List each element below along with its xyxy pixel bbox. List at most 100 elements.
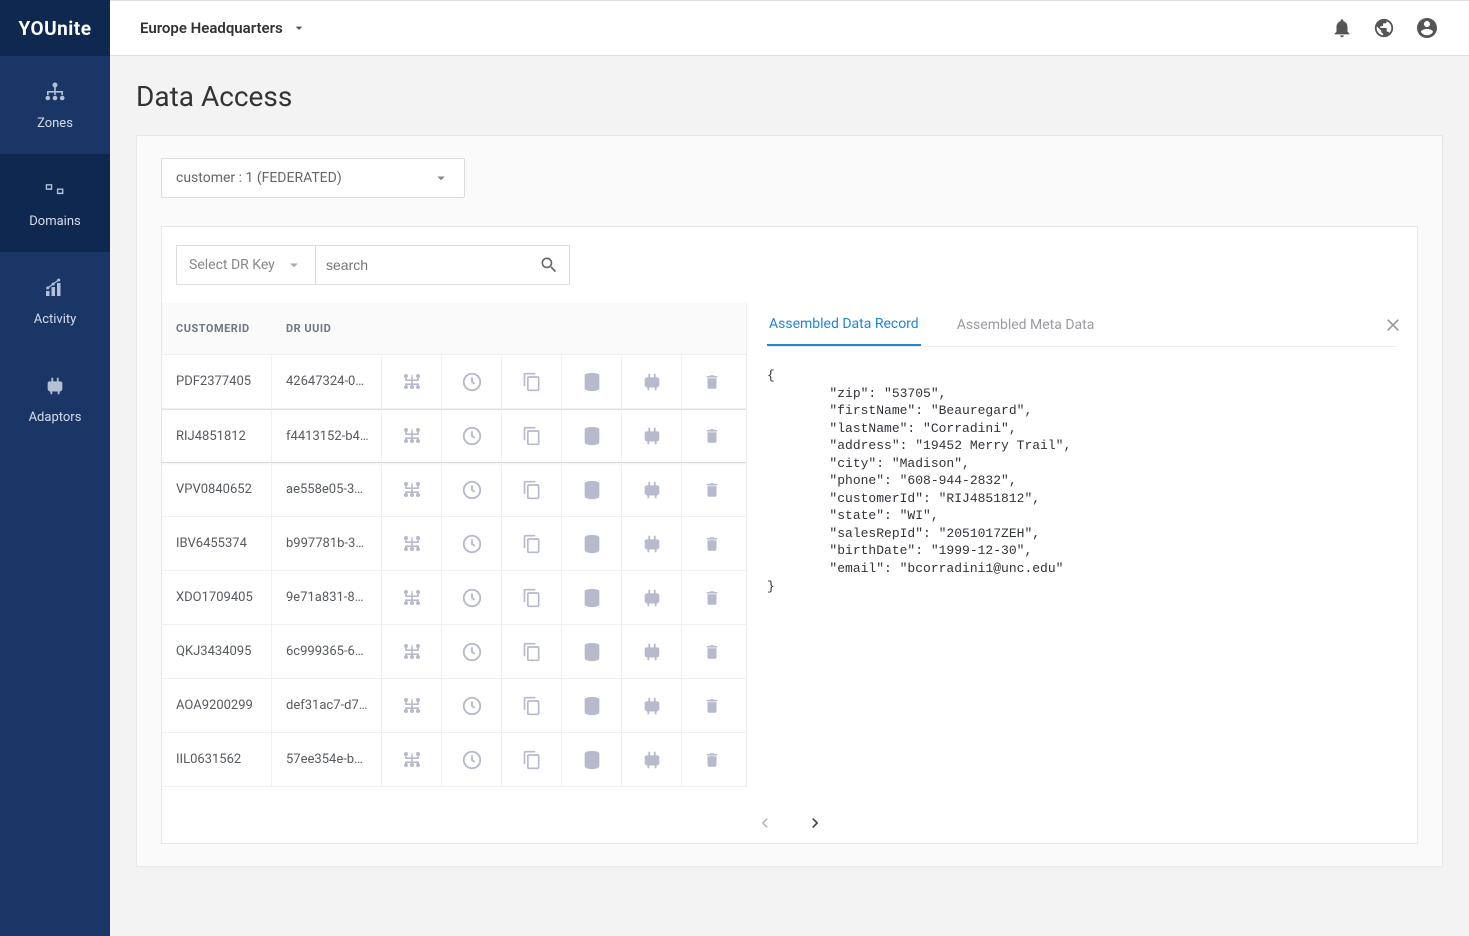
tree-action[interactable] (382, 517, 442, 570)
adaptor-action[interactable] (622, 625, 682, 678)
sidebar-item-domains[interactable]: ......Domains (0, 154, 110, 252)
detail-tabs: Assembled Data Record Assembled Meta Dat… (767, 303, 1397, 347)
nav-label: Adaptors (29, 410, 82, 425)
delete-action[interactable] (682, 733, 742, 786)
cell-customerid: XDO1709405 (162, 571, 272, 624)
account-icon[interactable] (1415, 16, 1439, 40)
topbar-icons (1331, 16, 1439, 40)
close-icon[interactable] (1383, 315, 1403, 335)
storage-action[interactable] (562, 571, 622, 624)
adaptor-action[interactable] (622, 355, 682, 408)
copy-action[interactable] (502, 679, 562, 732)
storage-action[interactable] (562, 733, 622, 786)
nav-icon (43, 80, 67, 104)
sidebar: YOUnite Zones......Domains Activity Adapto… (0, 0, 110, 936)
domain-select-value: customer : 1 (FEDERATED) (176, 170, 342, 186)
storage-action[interactable] (562, 517, 622, 570)
storage-action[interactable] (562, 625, 622, 678)
history-action[interactable] (442, 733, 502, 786)
copy-action[interactable] (502, 463, 562, 516)
history-action[interactable] (442, 679, 502, 732)
copy-action[interactable] (502, 410, 562, 462)
history-action[interactable] (442, 463, 502, 516)
logo-text: YOUnite (19, 17, 92, 40)
tab-assembled-meta[interactable]: Assembled Meta Data (955, 305, 1097, 345)
delete-action[interactable] (682, 517, 742, 570)
sidebar-item-zones[interactable]: Zones (0, 56, 110, 154)
storage-action[interactable] (562, 355, 622, 408)
table-row[interactable]: AOA9200299def31ac7-d7… (162, 679, 746, 733)
tab-assembled-record[interactable]: Assembled Data Record (767, 304, 921, 346)
zone-selector[interactable]: Europe Headquarters (140, 19, 307, 37)
cell-druuid: f4413152-b4… (272, 410, 382, 462)
search-wrap (316, 245, 570, 285)
table-row[interactable]: QKJ34340956c999365-6… (162, 625, 746, 679)
search-icon[interactable] (539, 255, 559, 275)
domain-select[interactable]: customer : 1 (FEDERATED) (161, 158, 465, 198)
copy-action[interactable] (502, 733, 562, 786)
table-row[interactable]: IIL063156257ee354e-b… (162, 733, 746, 787)
storage-action[interactable] (562, 463, 622, 516)
cell-customerid: IBV6455374 (162, 517, 272, 570)
copy-action[interactable] (502, 571, 562, 624)
record-json: { "zip": "53705", "firstName": "Beaurega… (767, 367, 1397, 595)
history-action[interactable] (442, 355, 502, 408)
cell-customerid: RIJ4851812 (162, 410, 272, 462)
table-row[interactable]: PDF237740542647324-0… (162, 355, 746, 409)
adaptor-action[interactable] (622, 410, 682, 462)
search-row: Select DR Key (162, 245, 1417, 285)
tree-action[interactable] (382, 355, 442, 408)
globe-icon[interactable] (1373, 17, 1395, 39)
tree-action[interactable] (382, 733, 442, 786)
tree-action[interactable] (382, 679, 442, 732)
nav-label: Activity (34, 312, 77, 327)
copy-action[interactable] (502, 625, 562, 678)
history-action[interactable] (442, 571, 502, 624)
cell-druuid: 9e71a831-8… (272, 571, 382, 624)
notifications-icon[interactable] (1331, 17, 1353, 39)
history-action[interactable] (442, 625, 502, 678)
sidebar-item-adaptors[interactable]: Adaptors (0, 350, 110, 448)
chevron-down-icon (285, 256, 303, 274)
copy-action[interactable] (502, 355, 562, 408)
table-area: CUSTOMERID DR UUID PDF237740542647324-0…… (162, 303, 1417, 787)
delete-action[interactable] (682, 355, 742, 408)
table-header: CUSTOMERID DR UUID (162, 303, 746, 355)
dr-key-select[interactable]: Select DR Key (176, 245, 316, 285)
delete-action[interactable] (682, 410, 742, 462)
history-action[interactable] (442, 410, 502, 462)
cell-customerid: PDF2377405 (162, 355, 272, 408)
table-row[interactable]: RIJ4851812f4413152-b4… (162, 409, 746, 463)
tree-action[interactable] (382, 463, 442, 516)
logo: YOUnite (0, 0, 110, 56)
storage-action[interactable] (562, 410, 622, 462)
storage-action[interactable] (562, 679, 622, 732)
history-action[interactable] (442, 517, 502, 570)
th-customerid: CUSTOMERID (162, 322, 272, 335)
adaptor-action[interactable] (622, 517, 682, 570)
delete-action[interactable] (682, 571, 742, 624)
tree-action[interactable] (382, 571, 442, 624)
cell-customerid: QKJ3434095 (162, 625, 272, 678)
pager-prev[interactable] (755, 813, 775, 833)
adaptor-action[interactable] (622, 679, 682, 732)
adaptor-action[interactable] (622, 571, 682, 624)
nav-icon (43, 276, 67, 300)
tree-action[interactable] (382, 410, 442, 462)
table-row[interactable]: XDO17094059e71a831-8… (162, 571, 746, 625)
search-input[interactable] (326, 257, 539, 273)
table-row[interactable]: VPV0840652ae558e05-3… (162, 463, 746, 517)
copy-action[interactable] (502, 517, 562, 570)
pager-next[interactable] (805, 813, 825, 833)
sidebar-item-activity[interactable]: Activity (0, 252, 110, 350)
cell-druuid: 6c999365-6… (272, 625, 382, 678)
adaptor-action[interactable] (622, 463, 682, 516)
tree-action[interactable] (382, 625, 442, 678)
delete-action[interactable] (682, 679, 742, 732)
svg-text:...: ... (48, 184, 52, 190)
delete-action[interactable] (682, 625, 742, 678)
delete-action[interactable] (682, 463, 742, 516)
adaptor-action[interactable] (622, 733, 682, 786)
cell-druuid: 42647324-0… (272, 355, 382, 408)
table-row[interactable]: IBV6455374b997781b-3… (162, 517, 746, 571)
